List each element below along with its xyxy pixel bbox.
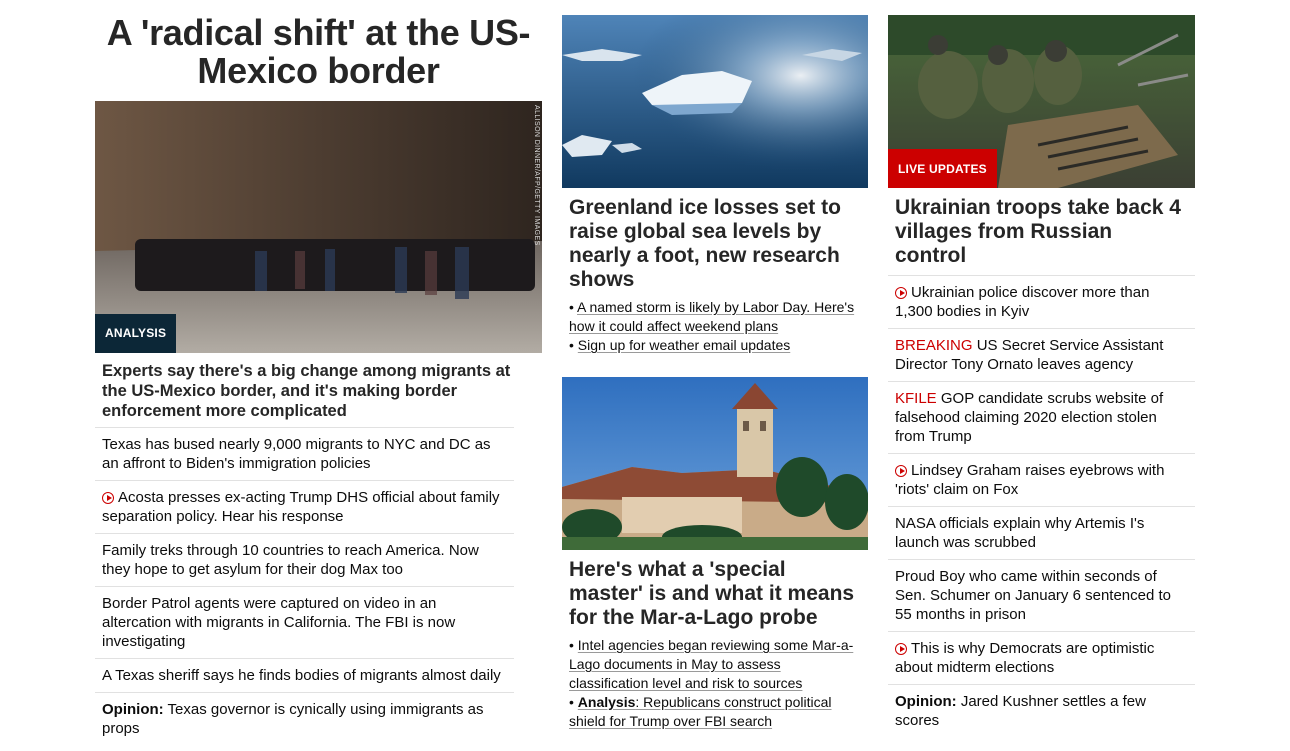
bullet: • <box>569 694 578 710</box>
border-story-image[interactable]: ALLISON DINNER/AFP/GETTY IMAGES ANALYSIS <box>95 101 542 353</box>
opinion-label: Opinion: <box>895 693 957 710</box>
list-item-text[interactable]: NASA officials explain why Artemis I's l… <box>895 515 1144 551</box>
related-link-text[interactable]: A named storm is likely by Labor Day. He… <box>569 299 854 334</box>
list-item[interactable]: This is why Democrats are optimistic abo… <box>888 631 1195 684</box>
play-video-icon <box>895 465 907 477</box>
greenland-related-links: • A named storm is likely by Labor Day. … <box>562 298 868 355</box>
play-video-icon <box>895 287 907 299</box>
list-item-text[interactable]: This is why Democrats are optimistic abo… <box>895 640 1154 676</box>
mar-a-lago-title[interactable]: Here's what a 'special master' is and wh… <box>562 558 868 630</box>
image-credit: ALLISON DINNER/AFP/GETTY IMAGES <box>533 105 540 246</box>
right-link-list: Ukrainian police discover more than 1,30… <box>888 275 1195 737</box>
right-column: LIVE UPDATES Ukrainian troops take back … <box>888 0 1195 737</box>
related-link[interactable]: • Intel agencies began reviewing some Ma… <box>569 636 861 693</box>
list-item[interactable]: BREAKING US Secret Service Assistant Dir… <box>888 328 1195 381</box>
list-item[interactable]: Texas has bused nearly 9,000 migrants to… <box>95 427 514 480</box>
list-item[interactable]: KFILE GOP candidate scrubs website of fa… <box>888 381 1195 453</box>
bullet: • <box>569 337 578 353</box>
mar-a-lago-photo <box>562 377 868 550</box>
list-item[interactable]: NASA officials explain why Artemis I's l… <box>888 506 1195 559</box>
breaking-label: BREAKING <box>895 337 973 354</box>
mar-a-lago-story-image[interactable] <box>562 377 868 550</box>
list-item[interactable]: Proud Boy who came within seconds of Sen… <box>888 559 1195 631</box>
live-updates-badge: LIVE UPDATES <box>888 149 997 188</box>
related-link[interactable]: • A named storm is likely by Labor Day. … <box>569 298 861 336</box>
list-item[interactable]: Opinion: Texas governor is cynically usi… <box>95 692 514 745</box>
list-item-text[interactable]: Lindsey Graham raises eyebrows with 'rio… <box>895 462 1164 498</box>
bullet: • <box>569 637 578 653</box>
middle-column: Greenland ice losses set to raise global… <box>562 0 868 731</box>
list-item-text[interactable]: Border Patrol agents were captured on vi… <box>102 595 455 650</box>
opinion-label: Opinion: <box>102 701 164 718</box>
left-link-list: Texas has bused nearly 9,000 migrants to… <box>95 427 542 745</box>
iceberg-photo <box>562 15 868 188</box>
ukraine-title[interactable]: Ukrainian troops take back 4 villages fr… <box>888 196 1195 275</box>
list-item[interactable]: Family treks through 10 countries to rea… <box>95 533 514 586</box>
top-headline[interactable]: A 'radical shift' at the US-Mexico borde… <box>95 14 542 90</box>
list-item-text[interactable]: A Texas sheriff says he finds bodies of … <box>102 667 501 684</box>
mar-a-lago-related-links: • Intel agencies began reviewing some Ma… <box>562 636 868 731</box>
list-item-text[interactable]: Texas has bused nearly 9,000 migrants to… <box>102 436 491 472</box>
ukraine-story-image[interactable]: LIVE UPDATES <box>888 15 1195 188</box>
related-link-text[interactable]: Intel agencies began reviewing some Mar-… <box>569 637 853 691</box>
list-item[interactable]: Border Patrol agents were captured on vi… <box>95 586 514 658</box>
related-link-text[interactable]: Sign up for weather email updates <box>578 337 790 353</box>
list-item[interactable]: Ukrainian police discover more than 1,30… <box>888 275 1195 328</box>
list-item[interactable]: Acosta presses ex-acting Trump DHS offic… <box>95 480 514 533</box>
play-video-icon <box>102 492 114 504</box>
greenland-title[interactable]: Greenland ice losses set to raise global… <box>562 196 868 292</box>
list-item[interactable]: Opinion: Jared Kushner settles a few sco… <box>888 684 1195 737</box>
bullet: • <box>569 299 578 315</box>
left-column: A 'radical shift' at the US-Mexico borde… <box>95 0 542 745</box>
list-item-text[interactable]: Proud Boy who came within seconds of Sen… <box>895 568 1171 623</box>
analysis-label[interactable]: Analysis <box>578 694 636 710</box>
play-video-icon <box>895 643 907 655</box>
related-link[interactable]: • Analysis: Republicans construct politi… <box>569 693 861 731</box>
greenland-story-image[interactable] <box>562 15 868 188</box>
kfile-label: KFILE <box>895 390 937 407</box>
list-item[interactable]: A Texas sheriff says he finds bodies of … <box>95 658 514 692</box>
related-link[interactable]: • Sign up for weather email updates <box>569 336 861 355</box>
left-card-title[interactable]: Experts say there's a big change among m… <box>95 361 542 421</box>
list-item-text[interactable]: Acosta presses ex-acting Trump DHS offic… <box>102 489 500 525</box>
list-item[interactable]: Lindsey Graham raises eyebrows with 'rio… <box>888 453 1195 506</box>
list-item-text[interactable]: Ukrainian police discover more than 1,30… <box>895 284 1149 320</box>
analysis-badge: ANALYSIS <box>95 314 177 353</box>
list-item-text[interactable]: Family treks through 10 countries to rea… <box>102 542 479 578</box>
